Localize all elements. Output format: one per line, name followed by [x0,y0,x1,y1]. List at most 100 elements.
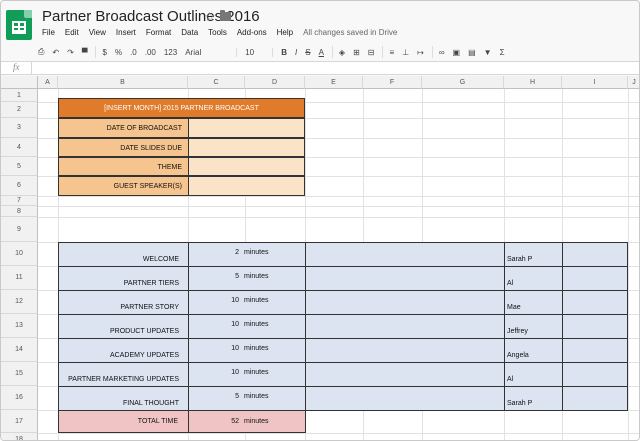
sheets-logo-icon[interactable] [6,10,32,40]
row-header-4[interactable]: 4 [1,138,38,157]
slides-sent-cell[interactable] [562,362,628,387]
font-size-select[interactable]: 10 [245,47,274,57]
detail-cell[interactable] [305,362,505,387]
save-status[interactable]: All changes saved in Drive [303,28,397,42]
time-allotted-cell[interactable]: 5 minutes [188,386,306,411]
column-header-a[interactable]: A [38,76,58,89]
speaker-cell[interactable]: Angela [504,338,563,363]
currency-button[interactable]: $ [102,48,106,57]
slides-sent-cell[interactable] [562,266,628,291]
info-value-cell[interactable] [188,118,305,138]
more-formats-button[interactable]: 123 [164,48,177,57]
time-allotted-cell[interactable]: 10 minutes [188,290,306,315]
info-label-cell[interactable]: THEME [58,157,189,176]
row-header-14[interactable]: 14 [1,338,38,362]
segment-cell[interactable]: PARTNER TIERS [58,266,189,291]
column-header-d[interactable]: D [245,76,305,89]
insert-chart-icon[interactable]: ▤ [468,48,476,57]
print-icon[interactable]: ⎙ [38,47,44,57]
info-label-cell[interactable]: GUEST SPEAKER(S) [58,176,189,196]
redo-icon[interactable]: ↷ [67,48,74,57]
row-header-9[interactable]: 9 [1,217,38,242]
column-header-g[interactable]: G [422,76,504,89]
segment-cell[interactable]: PARTNER MARKETING UPDATES [58,362,189,387]
detail-cell[interactable] [305,386,505,411]
text-color-button[interactable]: A [319,48,324,57]
row-header-7[interactable]: 7 [1,196,38,206]
speaker-cell[interactable]: Al [504,362,563,387]
insert-comment-icon[interactable]: ▣ [453,48,461,57]
row-header-11[interactable]: 11 [1,266,38,290]
row-header-1[interactable]: 1 [1,89,38,102]
row-header-13[interactable]: 13 [1,314,38,338]
speaker-cell[interactable]: Jeffrey [504,314,563,339]
time-allotted-cell[interactable]: 10 minutes [188,314,306,339]
slides-sent-cell[interactable] [562,314,628,339]
menu-format[interactable]: Format [146,28,171,42]
segment-cell[interactable]: ACADEMY UPDATES [58,338,189,363]
time-allotted-cell[interactable]: 10 minutes [188,338,306,363]
total-time-value[interactable]: 52 minutes [188,410,306,433]
speaker-cell[interactable]: Sarah P [504,386,563,411]
horizontal-align-icon[interactable]: ≡ [389,48,394,57]
info-value-cell[interactable] [188,138,305,157]
percent-button[interactable]: % [115,48,122,57]
column-header-f[interactable]: F [363,76,422,89]
font-select[interactable]: Arial [185,47,238,57]
row-header-5[interactable]: 5 [1,157,38,176]
segment-cell[interactable]: PARTNER STORY [58,290,189,315]
functions-button[interactable]: Σ [500,48,505,57]
row-header-12[interactable]: 12 [1,290,38,314]
slides-sent-cell[interactable] [562,242,628,267]
increase-decimals-button[interactable]: .00 [145,48,156,57]
speaker-cell[interactable]: Sarah P [504,242,563,267]
column-header-c[interactable]: C [188,76,245,89]
segment-cell[interactable]: PRODUCT UPDATES [58,314,189,339]
row-header-8[interactable]: 8 [1,206,38,217]
time-allotted-cell[interactable]: 5 minutes [188,266,306,291]
detail-cell[interactable] [305,242,505,267]
speaker-cell[interactable]: Al [504,266,563,291]
detail-cell[interactable] [305,290,505,315]
detail-cell[interactable] [305,338,505,363]
slides-sent-cell[interactable] [562,338,628,363]
menu-view[interactable]: View [89,28,106,42]
vertical-align-icon[interactable]: ⊥ [402,48,409,57]
insert-link-icon[interactable]: ∞ [439,48,445,57]
menu-addons[interactable]: Add-ons [237,28,267,42]
info-label-cell[interactable]: DATE SLIDES DUE [58,138,189,157]
merge-cells-icon[interactable]: ⊟ [368,48,375,57]
segment-cell[interactable]: WELCOME [58,242,189,267]
borders-icon[interactable]: ⊞ [353,48,360,57]
speaker-cell[interactable]: Mae [504,290,563,315]
detail-cell[interactable] [305,266,505,291]
info-value-cell[interactable] [188,157,305,176]
total-time-label[interactable]: TOTAL TIME [58,410,189,433]
menu-file[interactable]: File [42,28,55,42]
undo-icon[interactable]: ↶ [52,48,59,57]
column-header-j[interactable]: J [628,76,639,89]
menu-edit[interactable]: Edit [65,28,79,42]
info-value-cell[interactable] [188,176,305,196]
time-allotted-cell[interactable]: 2 minutes [188,242,306,267]
column-header-e[interactable]: E [305,76,363,89]
column-header-h[interactable]: H [504,76,562,89]
row-header-18[interactable]: 18 [1,433,38,440]
row-header-17[interactable]: 17 [1,410,38,433]
column-header-b[interactable]: B [58,76,188,89]
fill-color-icon[interactable]: ◈ [339,48,345,57]
row-header-2[interactable]: 2 [1,102,38,118]
filter-icon[interactable]: ▼ [484,48,492,57]
folder-icon[interactable] [220,10,231,21]
star-icon[interactable]: ☆ [204,9,216,25]
text-wrap-icon[interactable]: ↦ [417,48,424,57]
slides-sent-cell[interactable] [562,386,628,411]
time-allotted-cell[interactable]: 10 minutes [188,362,306,387]
detail-cell[interactable] [305,314,505,339]
row-header-16[interactable]: 16 [1,386,38,410]
segment-cell[interactable]: FINAL THOUGHT [58,386,189,411]
slides-sent-cell[interactable] [562,290,628,315]
menu-help[interactable]: Help [277,28,293,42]
row-header-10[interactable]: 10 [1,242,38,266]
strikethrough-button[interactable]: S [305,48,310,57]
